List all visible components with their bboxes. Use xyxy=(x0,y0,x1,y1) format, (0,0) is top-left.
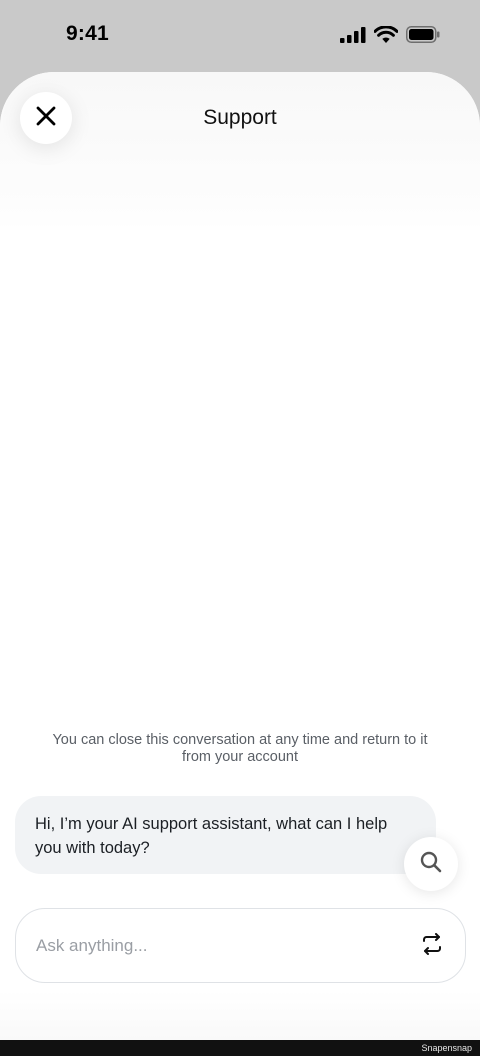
conversation-notice: You can close this conversation at any t… xyxy=(52,732,428,765)
swap-button[interactable] xyxy=(419,932,445,960)
search-button[interactable] xyxy=(404,837,458,891)
sheet-header: Support xyxy=(0,72,480,230)
bottom-fade xyxy=(0,990,480,1040)
ask-input[interactable] xyxy=(36,909,406,982)
page-title: Support xyxy=(203,106,277,129)
status-bar: 9:41 xyxy=(0,0,480,72)
battery-icon xyxy=(406,26,440,48)
status-time: 9:41 xyxy=(66,22,109,45)
status-icons xyxy=(340,25,440,48)
cellular-signal-icon xyxy=(340,26,366,48)
swap-arrows-icon xyxy=(421,932,443,960)
message-composer xyxy=(15,908,466,983)
footer-credit: Snapensnap xyxy=(421,1043,472,1053)
footer-bar: Snapensnap xyxy=(0,1040,480,1056)
support-sheet: Support You can close this conversation … xyxy=(0,72,480,1040)
search-icon xyxy=(420,851,442,878)
wifi-icon xyxy=(373,25,399,48)
assistant-message-bubble: Hi, I’m your AI support assistant, what … xyxy=(15,796,436,874)
